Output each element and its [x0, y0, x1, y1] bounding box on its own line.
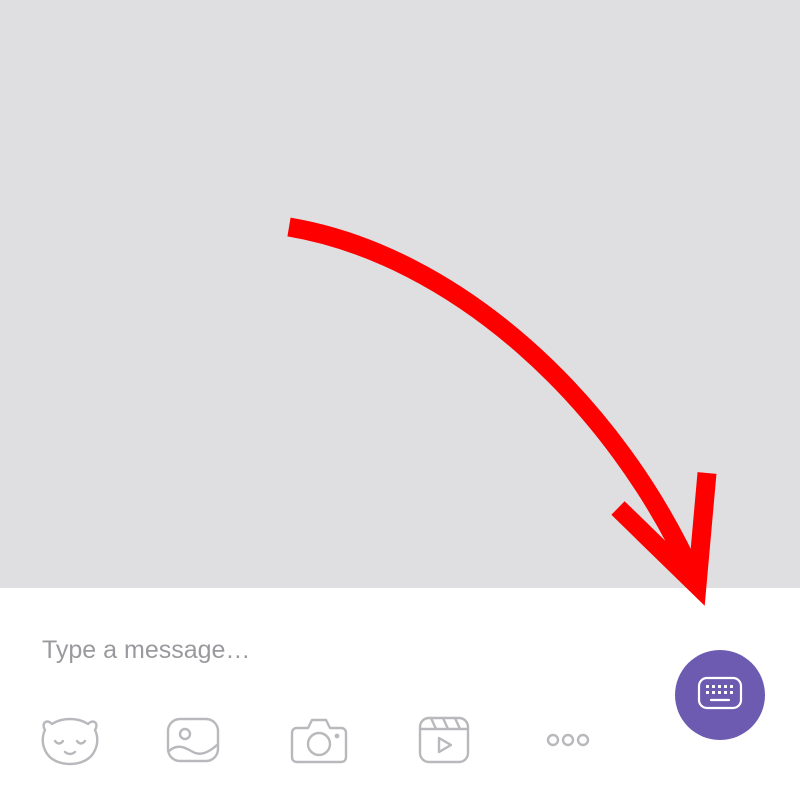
- keyboard-button[interactable]: [675, 650, 765, 740]
- video-clip-button[interactable]: [414, 712, 474, 768]
- more-button[interactable]: [538, 712, 598, 768]
- chat-screen: [0, 0, 800, 800]
- camera-icon: [289, 714, 349, 766]
- sticker-button[interactable]: [40, 712, 100, 768]
- chat-message-area: [0, 0, 800, 588]
- video-clip-icon: [415, 714, 473, 766]
- gallery-button[interactable]: [163, 712, 223, 768]
- more-icon: [543, 730, 593, 750]
- message-composer: [0, 588, 800, 800]
- camera-button[interactable]: [289, 712, 349, 768]
- sticker-bear-icon: [40, 714, 100, 766]
- gallery-icon: [164, 715, 222, 765]
- keyboard-icon: [696, 675, 744, 716]
- message-input[interactable]: [42, 628, 642, 672]
